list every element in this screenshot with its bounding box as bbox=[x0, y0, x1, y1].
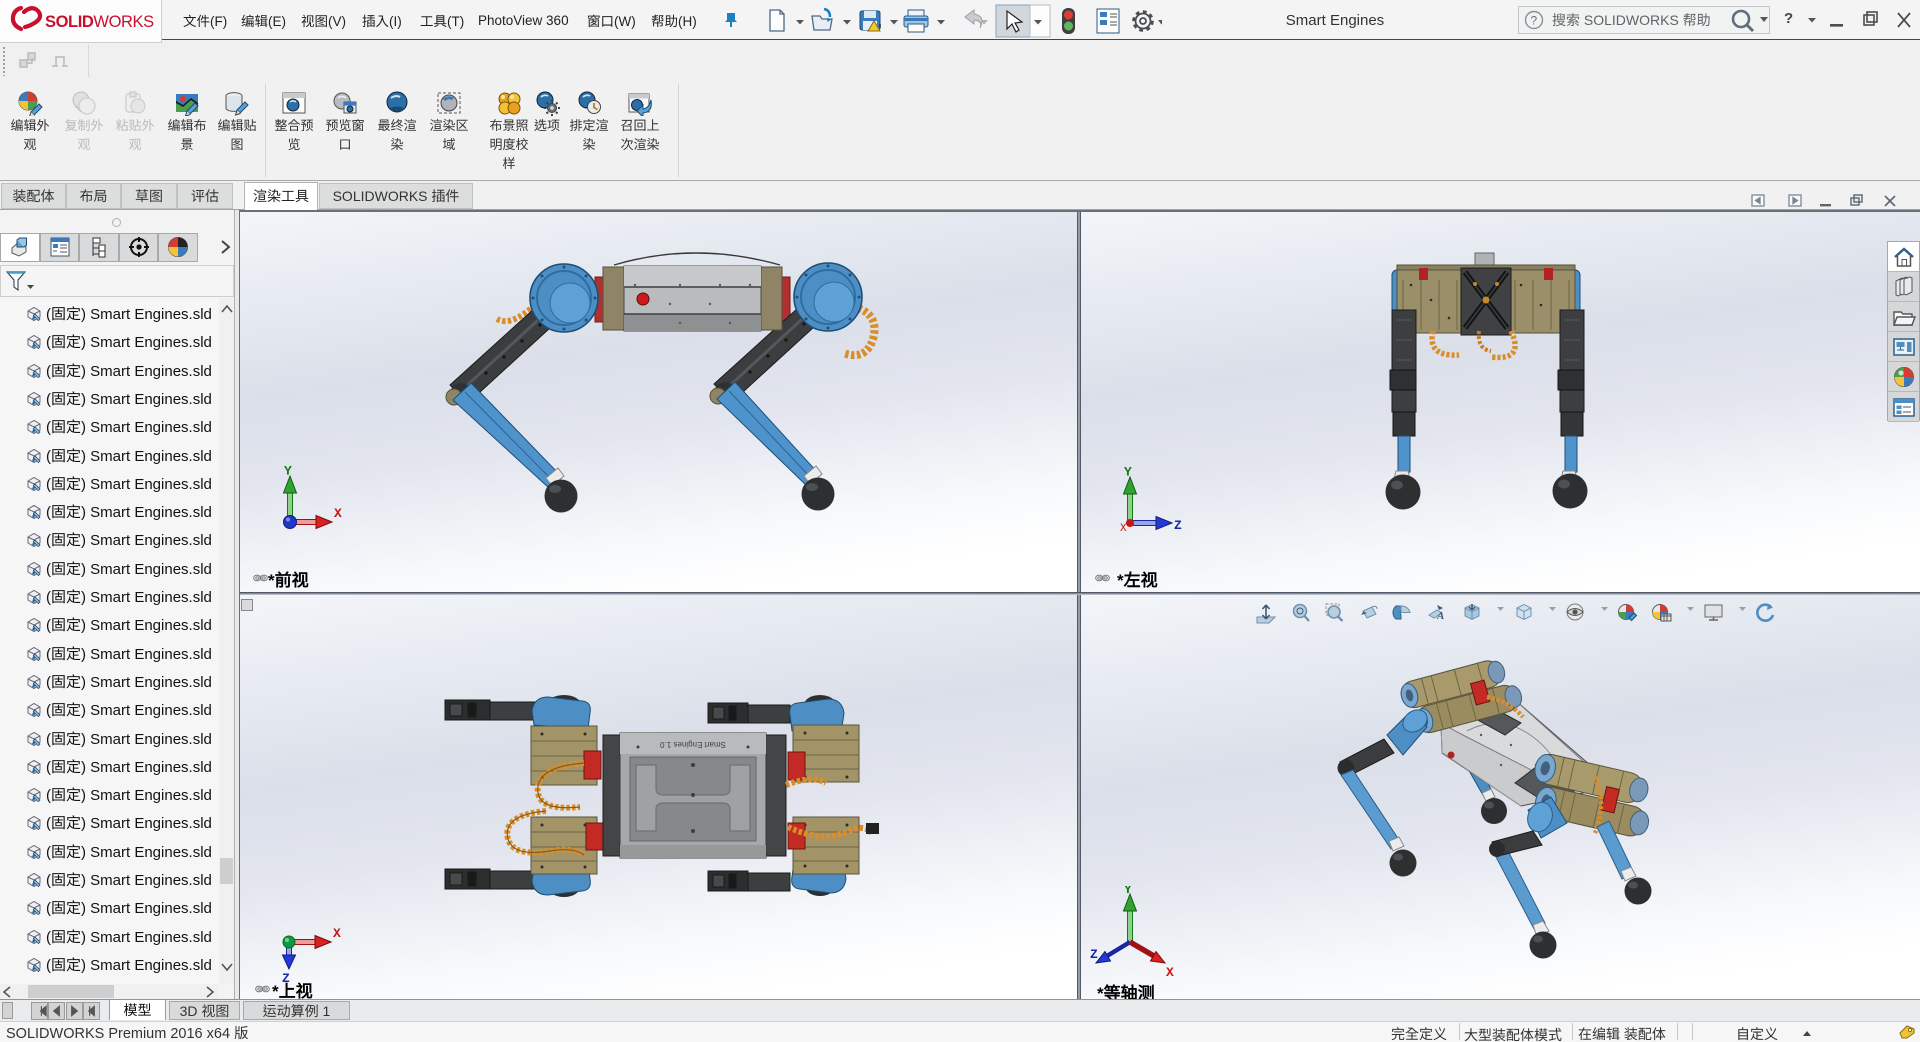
svg-text:X: X bbox=[333, 926, 341, 941]
svg-text:X: X bbox=[1166, 965, 1174, 978]
svg-text:X: X bbox=[334, 506, 342, 521]
svg-text:SOLIDWORKS: SOLIDWORKS bbox=[45, 13, 154, 31]
svg-text:?: ? bbox=[1531, 14, 1538, 28]
svg-text:A: A bbox=[1436, 610, 1444, 622]
svg-text:Smart Engines 1.0: Smart Engines 1.0 bbox=[660, 740, 726, 749]
svg-text:Y: Y bbox=[1124, 467, 1132, 480]
svg-text:Y: Y bbox=[1124, 886, 1132, 897]
svg-text:X: X bbox=[1120, 523, 1127, 535]
svg-text:Z: Z bbox=[1174, 518, 1182, 533]
svg-text:Y: Y bbox=[284, 466, 292, 479]
svg-text:Z: Z bbox=[1090, 947, 1098, 962]
